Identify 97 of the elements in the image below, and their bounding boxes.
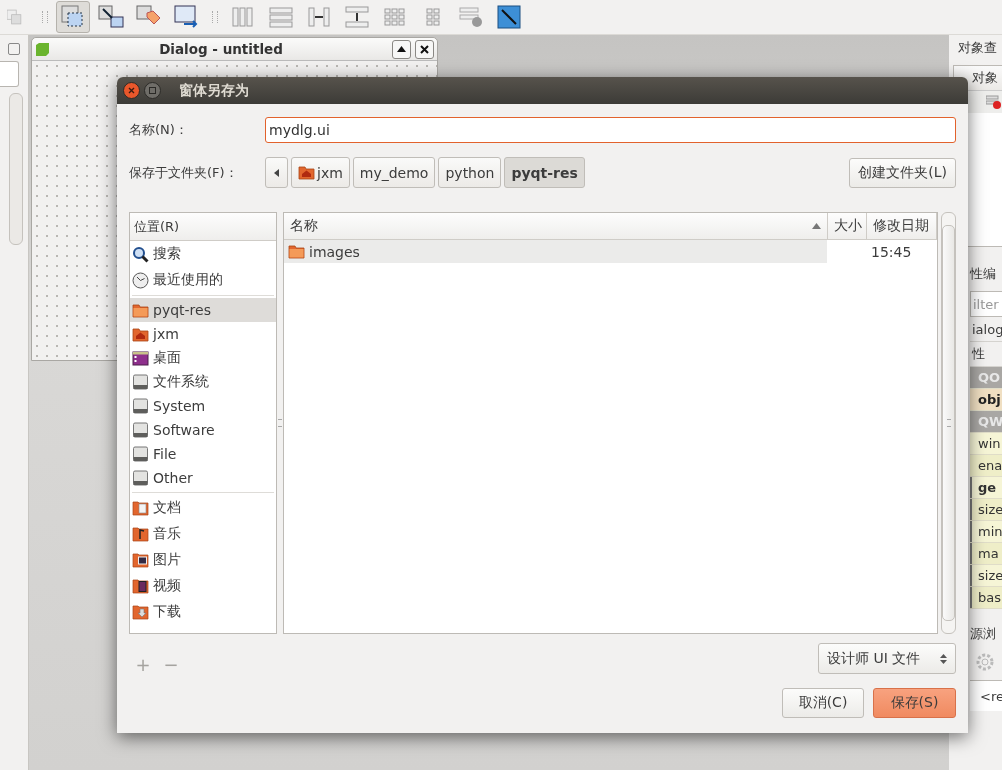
path-button[interactable]: pyqt-res <box>504 157 585 188</box>
place-label: 图片 <box>153 551 181 569</box>
property-name: ge <box>970 477 1002 499</box>
drive-icon <box>132 446 149 462</box>
property-name: win <box>970 433 1002 455</box>
place-label: System <box>153 398 206 414</box>
scroll-left-button[interactable] <box>265 157 288 188</box>
drive-icon <box>132 398 149 414</box>
panel-field <box>0 61 19 87</box>
place-item[interactable]: 视频 <box>130 573 276 599</box>
drive-icon <box>132 374 149 390</box>
property-group: QO <box>970 367 1002 389</box>
folder-icon <box>132 302 149 318</box>
scrollbar[interactable] <box>9 93 23 245</box>
place-item[interactable]: 下载 <box>130 599 276 625</box>
left-arrow-icon <box>274 168 279 177</box>
clock-icon <box>132 271 149 289</box>
panel-title: 性编 <box>970 265 997 283</box>
dialog-title: 窗体另存为 <box>179 81 249 100</box>
close-icon <box>128 87 135 94</box>
folder-icon <box>288 244 305 259</box>
place-label: 搜索 <box>153 245 181 263</box>
music-folder-icon <box>132 526 149 542</box>
property-name: size <box>970 565 1002 587</box>
property-name: ena <box>970 455 1002 477</box>
document-folder-icon <box>132 500 149 516</box>
file-type-dropdown[interactable]: 设计师 UI 文件 <box>818 643 956 674</box>
maximize-button[interactable] <box>144 82 161 99</box>
name-field[interactable]: mydlg.ui <box>265 117 956 143</box>
panel-title: 对象查 <box>957 39 998 57</box>
place-label: jxm <box>153 326 179 342</box>
new-folder-button[interactable]: 创建文件夹(L) <box>849 157 956 188</box>
break-layout-icon <box>986 95 1002 109</box>
place-item[interactable]: System <box>130 394 276 418</box>
scrollbar[interactable] <box>941 212 956 634</box>
cancel-button[interactable]: 取消(C) <box>782 688 864 718</box>
place-label: 视频 <box>153 577 181 595</box>
place-label: File <box>153 446 177 462</box>
search-icon <box>132 245 149 263</box>
drive-icon <box>132 470 149 486</box>
place-label: Other <box>153 470 193 486</box>
place-label: 文件系统 <box>153 373 209 391</box>
path-button[interactable]: my_demo <box>352 157 436 188</box>
place-item[interactable]: 最近使用的 <box>130 267 276 293</box>
place-item[interactable]: File <box>130 442 276 466</box>
property-name: min <box>970 521 1002 543</box>
place-label: Software <box>153 422 215 438</box>
place-label: pyqt-res <box>153 302 211 318</box>
gear-icon[interactable] <box>976 653 994 671</box>
splitter-handle[interactable] <box>278 419 282 427</box>
place-label: 音乐 <box>153 525 181 543</box>
shade-button[interactable] <box>392 39 411 59</box>
picture-folder-icon <box>132 552 149 568</box>
place-label: 最近使用的 <box>153 271 223 289</box>
place-item[interactable]: pyqt-res <box>130 298 276 322</box>
drive-icon <box>132 422 149 438</box>
save-button[interactable]: 保存(S) <box>873 688 956 718</box>
place-item[interactable]: 文件系统 <box>130 370 276 394</box>
place-label: 文档 <box>153 499 181 517</box>
column-header: 位置(R) <box>130 213 276 241</box>
place-item[interactable]: 文档 <box>130 495 276 521</box>
object-name: ialog <box>970 317 1002 342</box>
square-icon <box>149 87 156 94</box>
name-label: 名称(N)： <box>129 121 189 139</box>
table-cell: images <box>284 240 828 263</box>
place-item[interactable]: Software <box>130 418 276 442</box>
desktop-icon <box>132 350 149 366</box>
property-name: bas <box>970 587 1002 609</box>
home-folder-icon <box>298 165 315 180</box>
place-item[interactable]: 图片 <box>130 547 276 573</box>
place-item[interactable]: 搜索 <box>130 241 276 267</box>
place-label: 桌面 <box>153 349 181 367</box>
up-arrow-icon <box>397 46 406 52</box>
video-folder-icon <box>132 578 149 594</box>
column-header[interactable]: 修改日期 <box>867 213 937 240</box>
column-header[interactable]: 名称 <box>284 213 828 240</box>
property-name: ma <box>970 543 1002 565</box>
path-button[interactable]: jxm <box>291 157 350 188</box>
place-label: 下载 <box>153 603 181 621</box>
home-folder-icon <box>132 326 149 342</box>
path-button[interactable]: python <box>438 157 502 188</box>
download-folder-icon <box>132 604 149 620</box>
place-item[interactable]: jxm <box>130 322 276 346</box>
sort-arrow-icon <box>812 223 821 229</box>
place-item[interactable]: 音乐 <box>130 521 276 547</box>
app-logo-icon <box>35 41 50 57</box>
panel-title: 源浏 <box>970 625 997 643</box>
updown-arrow-icon <box>940 652 947 665</box>
window-title: Dialog - untitled <box>158 41 284 57</box>
folder-label: 保存于文件夹(F)： <box>129 163 239 182</box>
column-header[interactable]: 大小 <box>828 213 867 240</box>
close-button[interactable] <box>415 39 434 59</box>
place-item[interactable]: Other <box>130 466 276 490</box>
place-item[interactable]: 桌面 <box>130 346 276 370</box>
property-name: obj <box>970 389 1002 411</box>
close-icon <box>420 44 429 54</box>
property-name: size <box>970 499 1002 521</box>
